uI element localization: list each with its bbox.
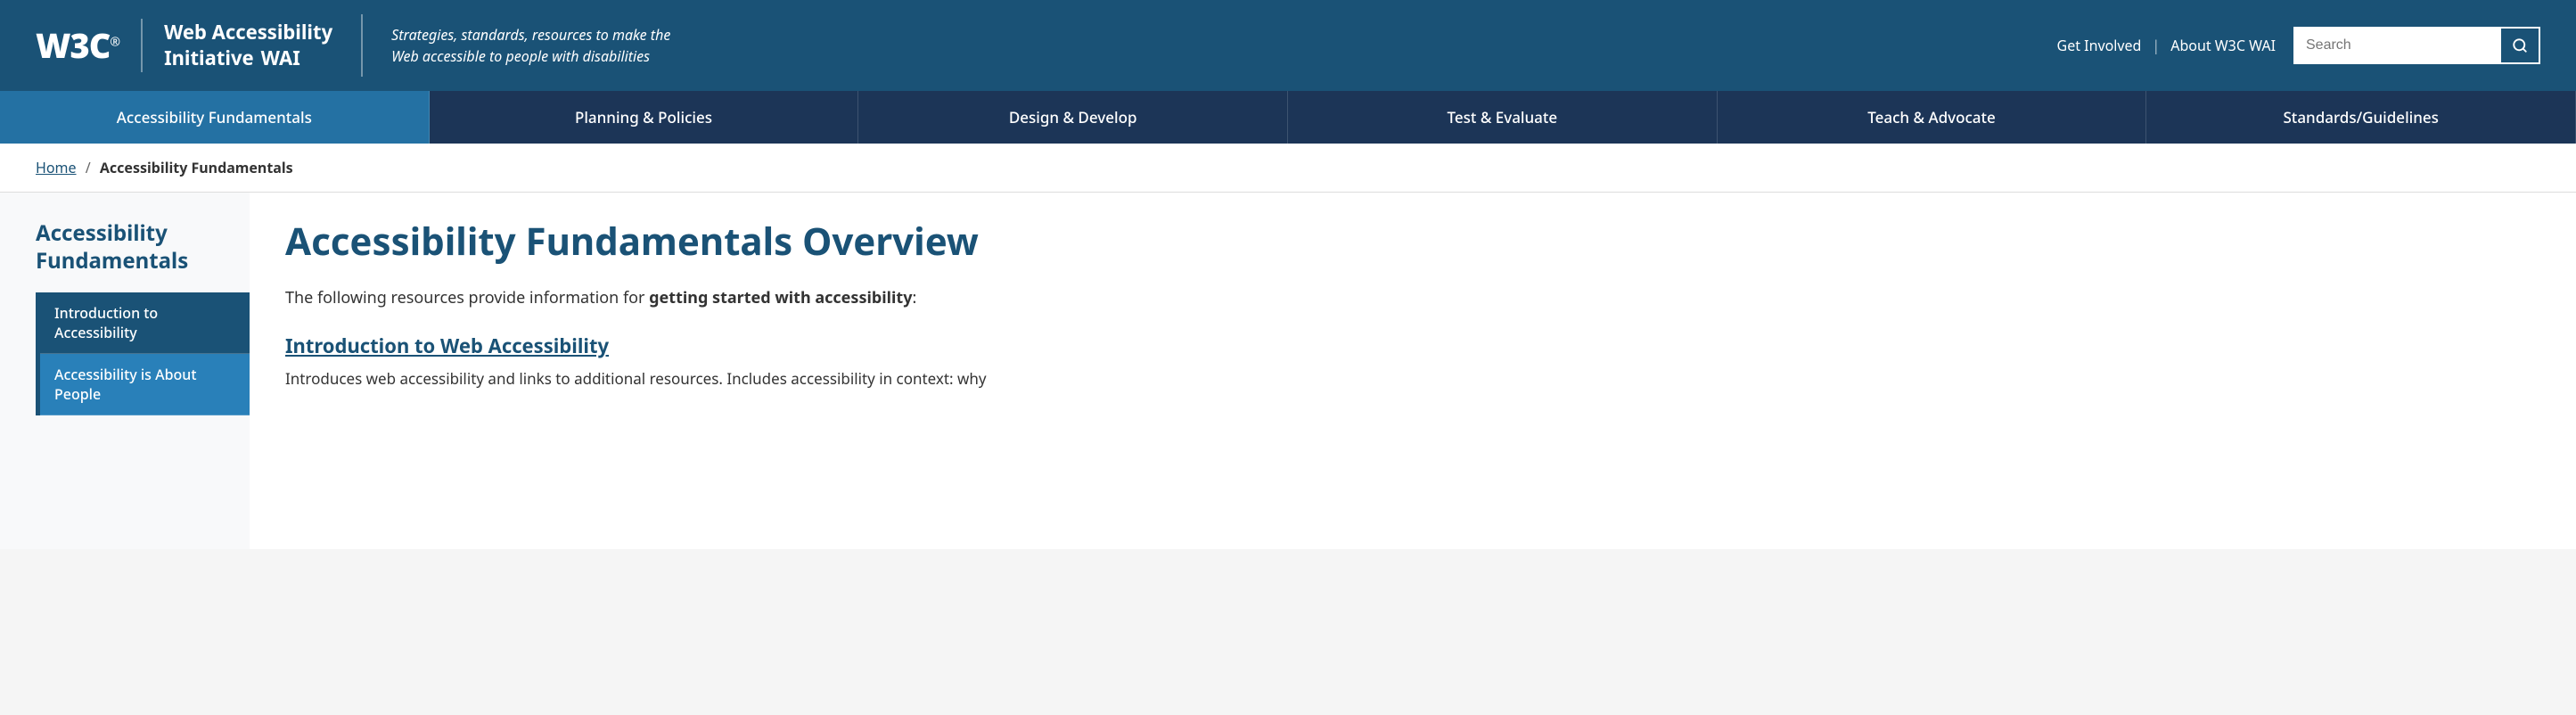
sidebar-list: Introduction to Accessibility Accessibil… (40, 292, 250, 415)
sidebar-link-intro[interactable]: Introduction to Accessibility (40, 292, 250, 354)
list-item: Introduction to Accessibility (40, 292, 250, 354)
resource-intro-link[interactable]: Introduction to Web Accessibility (285, 333, 2523, 359)
header-right: Get Involved | About W3C WAI (2057, 27, 2540, 64)
search-box (2293, 27, 2540, 64)
site-header: W3C® Web Accessibility Initiative WAI St… (0, 0, 2576, 91)
link-separator: | (2152, 36, 2160, 55)
nav-link-teach[interactable]: Teach & Advocate (1718, 91, 2147, 144)
search-icon (2512, 37, 2528, 53)
tagline: Strategies, standards, resources to make… (391, 24, 677, 67)
main-content: Accessibility Fundamentals Overview The … (250, 193, 2576, 549)
wai-title: Web Accessibility Initiative WAI (164, 20, 332, 70)
content-wrapper: Accessibility Fundamentals Introduction … (0, 193, 2576, 549)
header-links: Get Involved | About W3C WAI (2057, 36, 2276, 55)
sidebar: Accessibility Fundamentals Introduction … (0, 193, 250, 549)
search-button[interactable] (2501, 29, 2539, 62)
sidebar-nav: Introduction to Accessibility Accessibil… (36, 292, 250, 415)
w3c-logo: W3C® (36, 29, 119, 62)
nav-link-planning[interactable]: Planning & Policies (430, 91, 859, 144)
nav-item-fundamentals: Accessibility Fundamentals (0, 91, 430, 144)
nav-item-standards: Standards/Guidelines (2146, 91, 2576, 144)
nav-item-planning: Planning & Policies (430, 91, 859, 144)
sidebar-link-about-people[interactable]: Accessibility is About People (40, 354, 250, 415)
nav-item-design: Design & Develop (858, 91, 1288, 144)
w3c-wordmark: W3C® (36, 29, 119, 62)
get-involved-link[interactable]: Get Involved (2057, 36, 2142, 55)
nav-link-test[interactable]: Test & Evaluate (1288, 91, 1718, 144)
breadcrumb: Home / Accessibility Fundamentals (36, 158, 293, 177)
breadcrumb-current: Accessibility Fundamentals (100, 158, 293, 177)
nav-link-design[interactable]: Design & Develop (858, 91, 1288, 144)
intro-paragraph: The following resources provide informat… (285, 285, 2523, 311)
about-wai-link[interactable]: About W3C WAI (2170, 36, 2276, 55)
breadcrumb-home-link[interactable]: Home (36, 158, 77, 177)
breadcrumb-separator: / (86, 158, 91, 177)
sidebar-title: Accessibility Fundamentals (36, 219, 250, 278)
resource-description: Introduces web accessibility and links t… (285, 366, 2523, 390)
logo-area: W3C® Web Accessibility Initiative WAI St… (36, 14, 677, 77)
nav-link-fundamentals[interactable]: Accessibility Fundamentals (0, 91, 430, 144)
main-nav: Accessibility Fundamentals Planning & Po… (0, 91, 2576, 144)
page-title: Accessibility Fundamentals Overview (285, 219, 2523, 264)
breadcrumb-bar: Home / Accessibility Fundamentals (0, 144, 2576, 193)
search-input[interactable] (2295, 29, 2501, 62)
nav-item-teach: Teach & Advocate (1718, 91, 2147, 144)
list-item: Accessibility is About People (40, 354, 250, 415)
header-divider (361, 14, 363, 77)
nav-item-test: Test & Evaluate (1288, 91, 1718, 144)
logo-divider (141, 19, 143, 72)
nav-link-standards[interactable]: Standards/Guidelines (2146, 91, 2576, 144)
nav-list: Accessibility Fundamentals Planning & Po… (0, 91, 2576, 144)
